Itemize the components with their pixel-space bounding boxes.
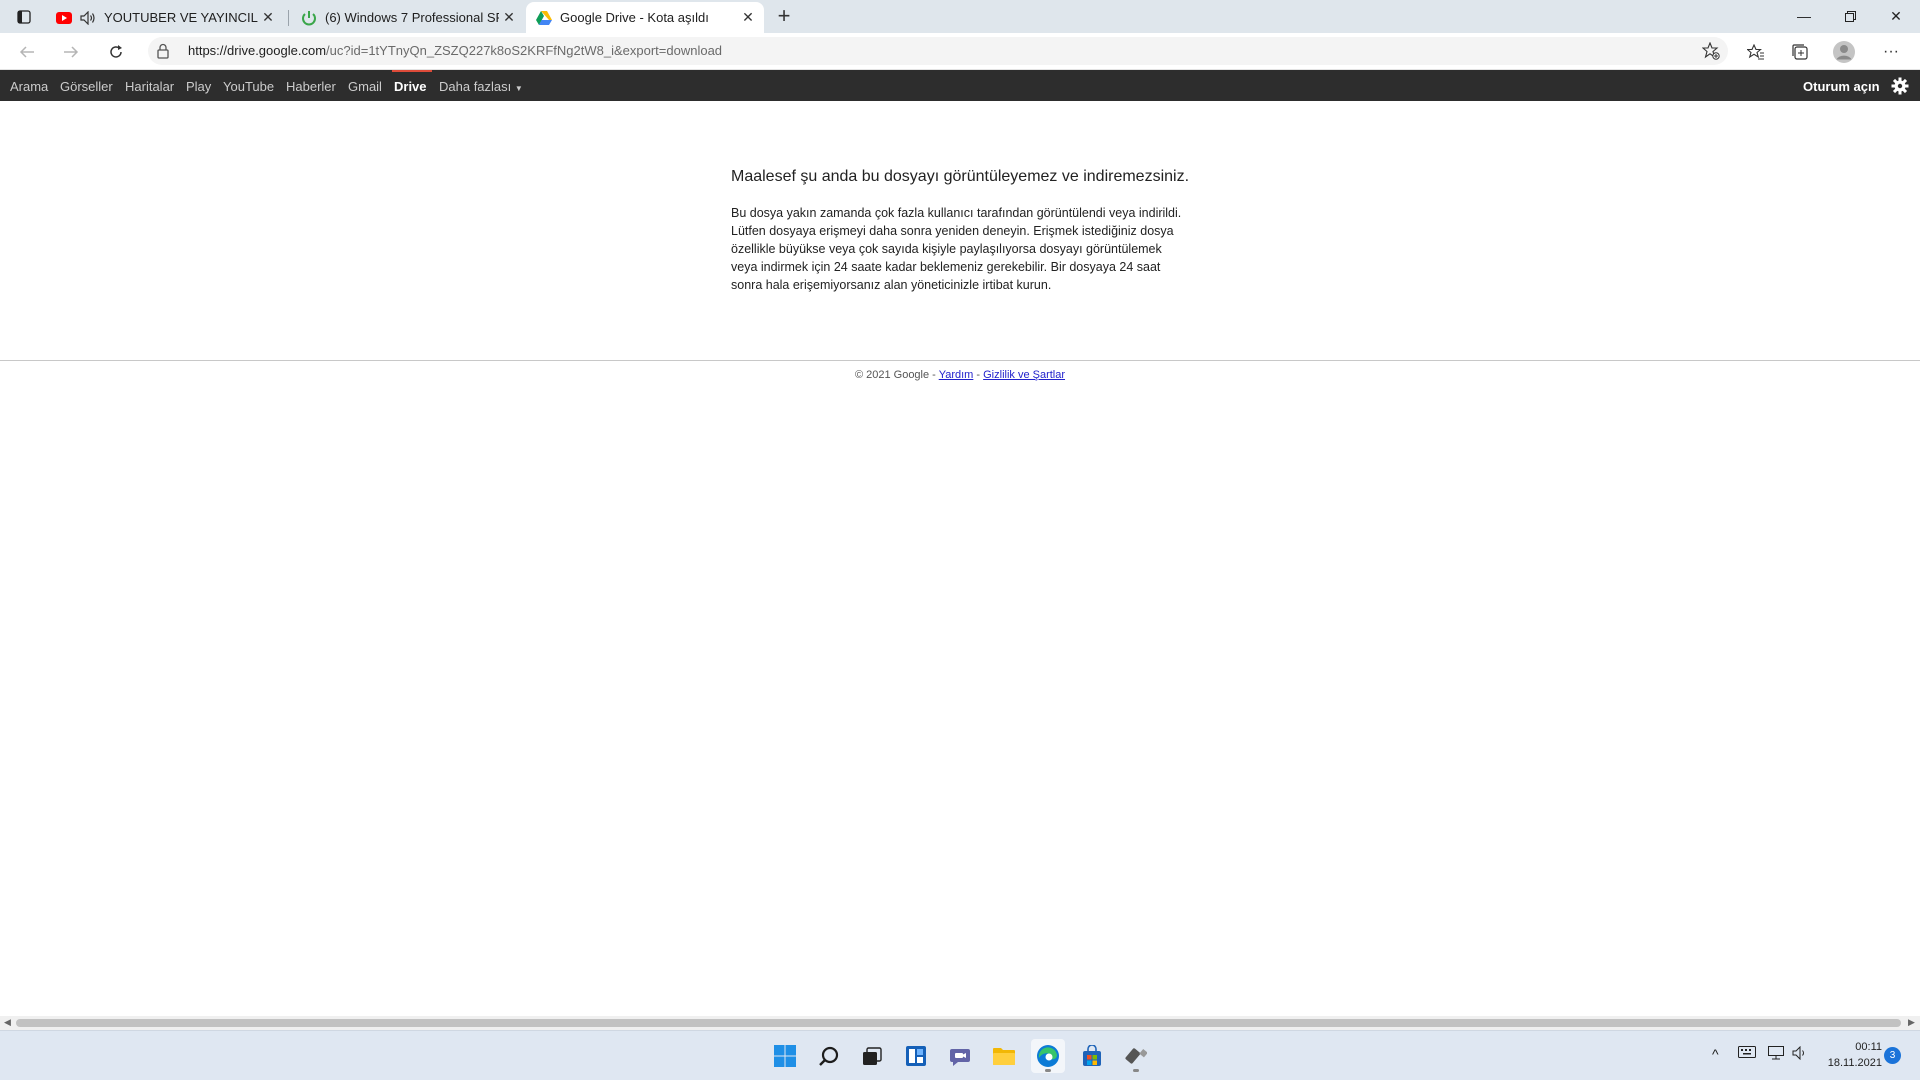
widgets-icon[interactable]: [899, 1039, 933, 1073]
sign-in-link[interactable]: Oturum açın: [1803, 79, 1880, 94]
usb-device-icon[interactable]: [1119, 1039, 1153, 1073]
network-icon[interactable]: [1768, 1046, 1786, 1063]
divider: [0, 360, 1920, 361]
restore-button[interactable]: [1827, 0, 1873, 32]
file-explorer-icon[interactable]: [987, 1039, 1021, 1073]
gear-icon[interactable]: [1891, 77, 1909, 95]
nav-link-play[interactable]: Play: [186, 79, 211, 94]
profile-avatar-icon[interactable]: [1831, 39, 1857, 65]
active-indicator: [392, 70, 432, 72]
volume-icon[interactable]: [1792, 1045, 1808, 1063]
teams-chat-icon[interactable]: [943, 1039, 977, 1073]
tab-title: Google Drive - Kota aşıldı: [560, 10, 709, 25]
system-clock[interactable]: 00:11 18.11.2021: [1820, 1039, 1882, 1071]
close-tab-icon[interactable]: ✕: [738, 8, 758, 28]
speaker-muted-icon[interactable]: [80, 10, 96, 25]
tab-strip: YOUTUBER VE YAYINCILAR| ✕ (6) Windows 7 …: [0, 0, 1920, 33]
browser-toolbar: https://drive.google.com/uc?id=1tYTnyQn_…: [0, 33, 1920, 70]
new-tab-button[interactable]: +: [772, 4, 796, 28]
privacy-terms-link[interactable]: Gizlilik ve Şartlar: [983, 369, 1065, 381]
lock-icon[interactable]: [156, 43, 170, 64]
quota-message: Maalesef şu anda bu dosyayı görüntüleyem…: [731, 168, 1191, 294]
microsoft-store-icon[interactable]: [1075, 1039, 1109, 1073]
forward-button[interactable]: [58, 39, 84, 65]
nav-link-youtube[interactable]: YouTube: [223, 79, 274, 94]
nav-link-haberler[interactable]: Haberler: [286, 79, 336, 94]
tab-windows7[interactable]: (6) Windows 7 Professional SP1 > ✕: [291, 2, 525, 33]
copyright-text: © 2021 Google -: [854, 369, 939, 381]
nav-link-drive[interactable]: Drive: [394, 79, 427, 94]
running-app-indicator: [1133, 1069, 1139, 1072]
tab-actions-icon[interactable]: [12, 6, 36, 28]
help-link[interactable]: Yardım: [939, 369, 974, 381]
google-drive-icon: [536, 10, 552, 26]
chevron-up-icon[interactable]: ^: [1712, 1046, 1719, 1062]
tab-google-drive[interactable]: Google Drive - Kota aşıldı ✕: [526, 2, 764, 33]
collections-icon[interactable]: [1787, 39, 1813, 65]
google-nav-bar: Arama Görseller Haritalar Play YouTube H…: [0, 70, 1920, 101]
notification-badge[interactable]: 3: [1884, 1047, 1901, 1064]
tab-title: (6) Windows 7 Professional SP1 >: [325, 10, 499, 25]
page-footer: © 2021 Google - Yardım - Gizlilik ve Şar…: [0, 369, 1920, 381]
taskbar: ^ 00:11 18.11.2021 3: [0, 1030, 1920, 1080]
scroll-left-icon[interactable]: ◀: [4, 1017, 11, 1028]
nav-link-more[interactable]: Daha fazlası ▼: [439, 79, 523, 94]
close-tab-icon[interactable]: ✕: [499, 8, 519, 28]
nav-link-gorseller[interactable]: Görseller: [60, 79, 113, 94]
favorites-icon[interactable]: [1743, 39, 1769, 65]
start-button[interactable]: [768, 1039, 802, 1073]
active-app-indicator: [1045, 1069, 1051, 1072]
clock-date: 18.11.2021: [1827, 1057, 1882, 1069]
footer-separator: -: [973, 369, 984, 381]
scroll-right-icon[interactable]: ▶: [1908, 1017, 1915, 1028]
more-options-icon[interactable]: ···: [1878, 39, 1904, 65]
add-favorite-icon[interactable]: [1701, 41, 1720, 65]
search-icon[interactable]: [812, 1039, 846, 1073]
tab-youtuber[interactable]: YOUTUBER VE YAYINCILAR| ✕: [46, 2, 284, 33]
close-window-button[interactable]: ✕: [1873, 0, 1919, 32]
address-bar[interactable]: https://drive.google.com/uc?id=1tYTnyQn_…: [148, 37, 1728, 65]
clock-time: 00:11: [1855, 1041, 1882, 1053]
message-body: Bu dosya yakın zamanda çok fazla kullanı…: [731, 206, 1182, 292]
url-text: https://drive.google.com/uc?id=1tYTnyQn_…: [188, 43, 723, 58]
youtube-icon: [56, 10, 72, 26]
power-icon: [301, 10, 317, 26]
page-title: Maalesef şu anda bu dosyayı görüntüleyem…: [731, 168, 1190, 185]
back-button[interactable]: [14, 39, 40, 65]
horizontal-scrollbar[interactable]: ◀ ▶: [0, 1016, 1920, 1030]
nav-link-gmail[interactable]: Gmail: [348, 79, 382, 94]
close-tab-icon[interactable]: ✕: [258, 8, 278, 28]
nav-link-haritalar[interactable]: Haritalar: [125, 79, 174, 94]
dropdown-arrow-icon: ▼: [514, 84, 523, 93]
edge-browser-icon[interactable]: [1031, 1039, 1065, 1073]
minimize-button[interactable]: —: [1781, 0, 1827, 32]
task-view-icon[interactable]: [855, 1039, 889, 1073]
refresh-button[interactable]: [103, 39, 129, 65]
tab-separator: [288, 10, 289, 26]
nav-link-arama[interactable]: Arama: [10, 79, 48, 94]
keyboard-icon[interactable]: [1738, 1046, 1756, 1061]
tab-title: YOUTUBER VE YAYINCILAR|: [104, 10, 258, 25]
scrollbar-thumb[interactable]: [16, 1019, 1901, 1027]
